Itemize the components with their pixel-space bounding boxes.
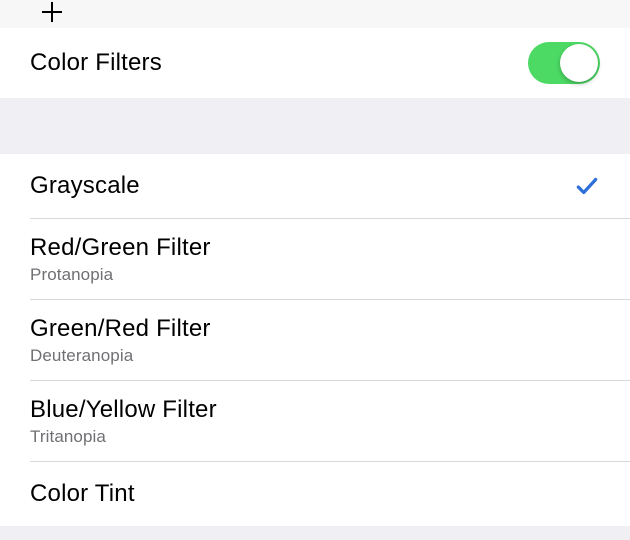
option-blue-yellow[interactable]: Blue/Yellow Filter Tritanopia (0, 381, 630, 461)
option-subtitle: Deuteranopia (30, 346, 600, 366)
option-grayscale[interactable]: Grayscale (0, 154, 630, 218)
color-filters-row: Color Filters (0, 28, 630, 98)
top-bar (0, 0, 630, 28)
plus-icon[interactable] (40, 0, 64, 24)
option-title: Red/Green Filter (30, 234, 600, 262)
color-filters-toggle[interactable] (528, 42, 600, 84)
checkmark-icon (574, 173, 600, 199)
option-color-tint[interactable]: Color Tint (0, 462, 630, 526)
option-title: Green/Red Filter (30, 315, 600, 343)
option-subtitle: Protanopia (30, 265, 600, 285)
option-green-red[interactable]: Green/Red Filter Deuteranopia (0, 300, 630, 380)
option-title: Grayscale (30, 172, 574, 200)
color-filters-section: Color Filters (0, 28, 630, 98)
option-title: Color Tint (30, 480, 600, 508)
toggle-knob (560, 44, 598, 82)
option-subtitle: Tritanopia (30, 427, 600, 447)
section-gap (0, 98, 630, 154)
option-title: Blue/Yellow Filter (30, 396, 600, 424)
option-red-green[interactable]: Red/Green Filter Protanopia (0, 219, 630, 299)
color-filters-label: Color Filters (30, 49, 528, 77)
filter-options-section: Grayscale Red/Green Filter Protanopia Gr… (0, 154, 630, 526)
